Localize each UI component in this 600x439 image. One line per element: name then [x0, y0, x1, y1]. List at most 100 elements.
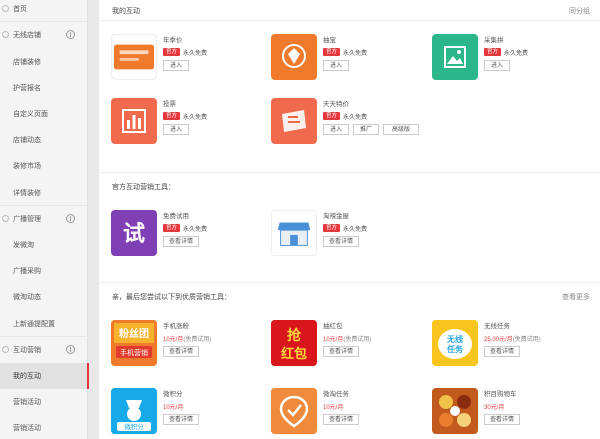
sidebar-item[interactable]: 装修市场 — [0, 153, 88, 179]
info-icon[interactable] — [66, 345, 75, 354]
svg-text:任务: 任务 — [446, 344, 464, 354]
sidebar-item[interactable]: 详情装修 — [0, 180, 88, 206]
redpacket-icon-art: 抢红包 — [271, 320, 317, 366]
price-label: 10元/月 — [323, 402, 343, 411]
action-button[interactable]: 查看详情 — [323, 346, 359, 357]
sidebar-item-label: 无线店铺 — [13, 32, 41, 39]
sidebar-item[interactable]: 护营报名 — [0, 75, 88, 101]
fans-icon[interactable]: 粉丝团 手机营销 — [111, 320, 157, 366]
tool-card: 微淘任务 10元/月查看详情 — [271, 388, 421, 439]
action-button[interactable]: 进入 — [484, 60, 510, 71]
action-button[interactable]: 进入 — [163, 124, 189, 135]
tool-card: 采集拼 官方 永久免费 进入 — [432, 34, 582, 94]
action-button[interactable]: 查看详情 — [484, 346, 520, 357]
image-icon[interactable] — [432, 34, 478, 80]
official-badge: 官方 — [323, 224, 341, 232]
store-icon[interactable] — [271, 210, 317, 256]
action-button[interactable]: 查看详情 — [323, 236, 359, 247]
tool-name[interactable]: 微积分 — [163, 388, 183, 398]
info-icon[interactable] — [66, 214, 75, 223]
sidebar-item-label: 装修市场 — [13, 163, 41, 170]
sidebar-item[interactable]: 广播采购 — [0, 258, 88, 284]
sidebar-item[interactable]: 我的互动 — [0, 363, 89, 389]
tool-name[interactable]: 淘辣金屋 — [323, 210, 349, 220]
action-button[interactable]: 查看详情 — [484, 414, 520, 425]
sidebar-item-label: 我的互动 — [13, 373, 41, 380]
price-value: 10元/月 — [323, 405, 344, 411]
ticket-icon-art — [282, 110, 306, 132]
food-icon[interactable] — [432, 388, 478, 434]
tool-name[interactable]: 投票 — [163, 98, 176, 108]
sidebar-item[interactable]: 广播管理 — [0, 206, 88, 232]
action-button[interactable]: 查看详情 — [163, 346, 199, 357]
sidebar-item[interactable]: 营销活动 — [0, 415, 88, 439]
action-button[interactable]: 查看详情 — [163, 236, 199, 247]
tool-name[interactable]: 抽宝 — [323, 34, 336, 44]
group-link[interactable]: 同分组 — [569, 6, 590, 16]
sidebar-item[interactable]: 店铺装修 — [0, 49, 88, 75]
action-button[interactable]: 查看详情 — [163, 414, 199, 425]
tool-card: 粉丝团 手机营销 手机涨粉 10元/月(免费试用) 查看详情 — [111, 320, 261, 380]
tool-name[interactable]: 积目购物车 — [484, 388, 517, 398]
sidebar-item[interactable]: 营销活动 — [0, 389, 88, 415]
svg-text:手机营销: 手机营销 — [120, 348, 148, 357]
ticket-icon[interactable] — [271, 98, 317, 144]
tool-card: 抽宝 官方 永久免费 进入 — [271, 34, 421, 94]
tool-name[interactable]: 无线任务 — [484, 320, 510, 330]
tool-name[interactable]: 免费试用 — [163, 210, 189, 220]
sidebar-item[interactable]: 微淘动态 — [0, 284, 88, 310]
action-button[interactable]: 高级版 — [383, 124, 419, 135]
sidebar-item-label: 店铺动态 — [13, 137, 41, 144]
sidebar-item[interactable]: 无线店铺 — [0, 22, 88, 48]
task-icon[interactable]: 无线 任务 — [432, 320, 478, 366]
nav-group-icon — [2, 215, 9, 222]
tool-card: 淘辣金屋 官方 永久免费 查看详情 — [271, 210, 421, 270]
tool-card: 微积分 微积分 10元/月查看详情 — [111, 388, 261, 439]
nav-group-icon — [2, 5, 9, 12]
tool-name[interactable]: 微淘任务 — [323, 388, 349, 398]
action-button[interactable]: 进入 — [323, 124, 349, 135]
sidebar-item-label: 自定义页面 — [13, 111, 48, 118]
chart-icon[interactable] — [111, 98, 157, 144]
price-label: 永久免费 — [183, 51, 208, 57]
tool-card: 天天特价 官方 永久免费 进入 推广 高级版 — [271, 98, 421, 158]
try-icon[interactable]: 试 — [111, 210, 157, 256]
sidebar-item-label: 详情装修 — [13, 190, 41, 197]
info-icon[interactable] — [66, 30, 75, 39]
sidebar-item[interactable]: 首页 — [0, 0, 88, 22]
price-value: 10元/月 — [163, 405, 184, 411]
official-badge: 官方 — [163, 224, 181, 232]
action-button[interactable]: 进入 — [323, 60, 349, 71]
sidebar-item[interactable]: 互动营销 — [0, 337, 88, 363]
sidebar-item[interactable]: 发微淘 — [0, 232, 88, 258]
svg-text:抢: 抢 — [287, 327, 302, 344]
redpacket-icon[interactable]: 抢红包 — [271, 320, 317, 366]
action-button[interactable]: 查看详情 — [323, 414, 359, 425]
sidebar-item[interactable]: 上新通提配置 — [0, 311, 88, 337]
card-icon-art — [112, 35, 156, 79]
points-icon[interactable]: 微积分 — [111, 388, 157, 434]
recommend-title: 亲，最后您尝试以下到优质营销工具： — [112, 294, 231, 301]
tool-name[interactable]: 天天特价 — [323, 98, 349, 108]
tool-name[interactable]: 手机涨粉 — [163, 320, 189, 330]
sidebar-item-label: 微淘动态 — [13, 294, 41, 301]
sidebar-item-label: 首页 — [13, 6, 27, 13]
action-button[interactable]: 推广 — [353, 124, 379, 135]
price-label: 30元/月 — [484, 402, 504, 411]
card-icon[interactable] — [111, 34, 157, 80]
main-content: 我的互动 同分组 年季价 官方 永久免费 进入 抽宝 官方 永久免费 进入 采集拼 官方 永久免费进… — [99, 0, 600, 439]
prize-icon[interactable] — [271, 34, 317, 80]
trial-note: (免费试用) — [183, 337, 212, 343]
see-more-link[interactable]: 查看更多 — [562, 292, 590, 302]
sidebar-item-label: 上新通提配置 — [13, 321, 55, 328]
sidebar-item-label: 营销活动 — [13, 425, 41, 432]
sidebar-item[interactable]: 店铺动态 — [0, 127, 88, 153]
tool-name[interactable]: 抽红包 — [323, 320, 343, 330]
store-icon-art — [272, 211, 316, 255]
tool-name[interactable]: 采集拼 — [484, 34, 504, 44]
sidebar-item[interactable]: 自定义页面 — [0, 101, 88, 127]
badge-icon[interactable] — [271, 388, 317, 434]
tool-name[interactable]: 年季价 — [163, 34, 183, 44]
price-label: 10元/月(免费试用) — [163, 334, 211, 343]
action-button[interactable]: 进入 — [163, 60, 189, 71]
